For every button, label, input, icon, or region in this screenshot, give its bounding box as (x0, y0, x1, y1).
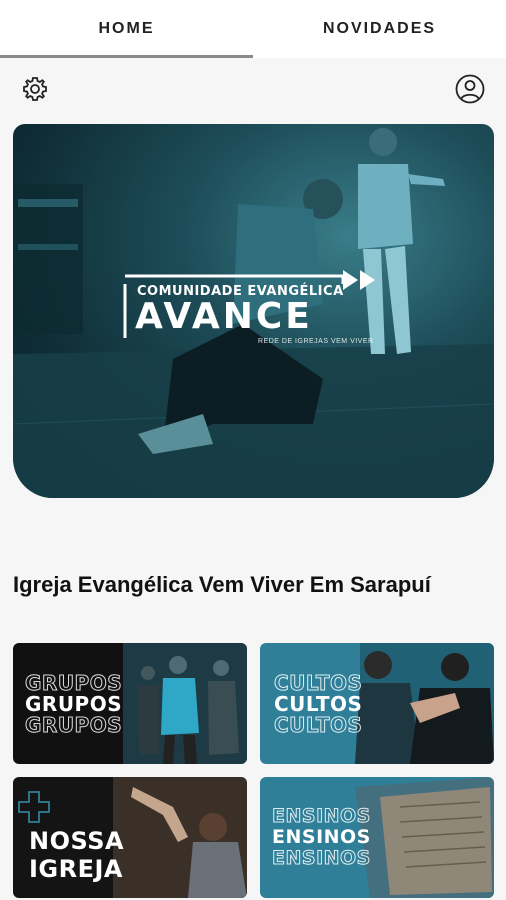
gear-icon (23, 77, 47, 101)
card-ensinos-label-outline-top: ENSINOS (272, 805, 371, 828)
card-grupos-label-outline-bottom: GRUPOS (24, 713, 123, 738)
card-cultos[interactable]: CULTOS CULTOS CULTOS (260, 643, 494, 764)
card-nossa-igreja[interactable]: NOSSA IGREJA (13, 777, 247, 898)
section-title: Igreja Evangélica Vem Viver Em Sarapuí (13, 572, 431, 597)
card-ensinos-label-outline-bottom: ENSINOS (272, 847, 371, 870)
tab-home[interactable]: HOME (0, 0, 253, 58)
tab-bar: HOME NOVIDADES (0, 0, 506, 58)
profile-button[interactable] (453, 72, 487, 106)
card-grupos[interactable]: GRUPOS GRUPOS GRUPOS (13, 643, 247, 764)
logo-sub-text: REDE DE IGREJAS VEM VIVER (258, 338, 374, 345)
card-cultos-label-outline-bottom: CULTOS (273, 713, 363, 738)
user-circle-icon (455, 74, 485, 104)
tab-novidades[interactable]: NOVIDADES (253, 0, 506, 58)
card-ensinos[interactable]: ENSINOS ENSINOS ENSINOS (260, 777, 494, 898)
card-nossa-igreja-label-line2: IGREJA (29, 855, 124, 883)
card-nossa-igreja-label-line1: NOSSA (29, 827, 125, 855)
hero-banner[interactable]: COMUNIDADE EVANGÉLICA AVANCE REDE DE IGR… (13, 124, 494, 498)
card-ensinos-label: ENSINOS (272, 826, 371, 848)
active-tab-indicator (0, 55, 253, 58)
settings-button[interactable] (18, 72, 52, 106)
logo-main-text: AVANCE (135, 296, 313, 337)
